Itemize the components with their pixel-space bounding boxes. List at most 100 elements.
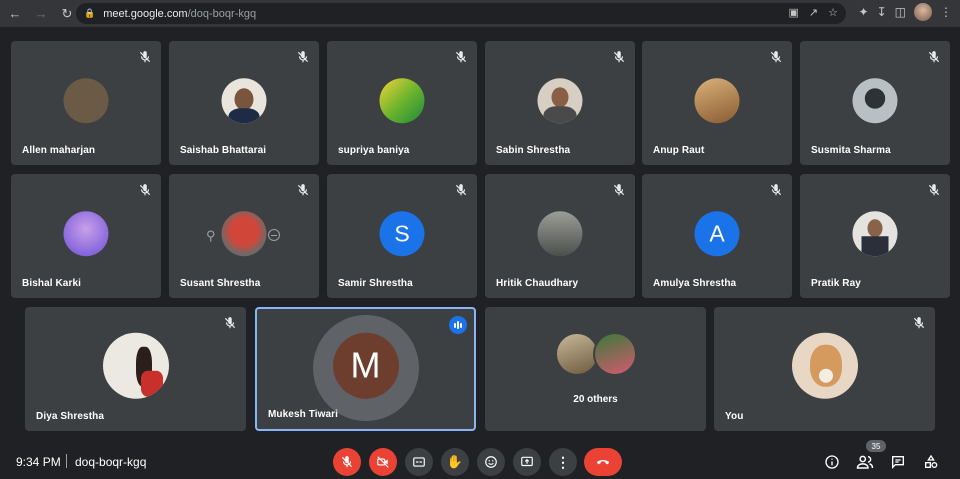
participant-tile[interactable]: S Samir Shrestha: [327, 174, 477, 298]
captions-button[interactable]: [405, 448, 433, 476]
camera-off-icon: [377, 456, 389, 468]
activities-icon: [925, 454, 938, 468]
audio-level-icon: [449, 316, 467, 334]
download-icon[interactable]: ↧: [877, 5, 887, 19]
participant-name: Anup Raut: [653, 145, 705, 156]
hang-up-icon: [596, 460, 610, 465]
participant-avatar: [102, 332, 169, 399]
side-panel-icon[interactable]: ◫: [895, 5, 906, 19]
self-avatar: [791, 332, 858, 399]
pin-icon[interactable]: ⚲: [206, 228, 216, 244]
hand-icon: ✋: [446, 454, 464, 469]
participant-name: Samir Shrestha: [338, 278, 413, 289]
chat-icon: [892, 456, 904, 469]
camera-in-use-icon[interactable]: ▣: [789, 6, 799, 19]
address-bar[interactable]: 🔒 meet.google.com/doq-boqr-kgq ▣ ↗ ☆: [76, 3, 846, 24]
leave-call-button[interactable]: [584, 448, 622, 476]
meeting-control-bar: 9:34 PM doq-boqr-kgq ✋ ⋮ 35: [0, 440, 960, 479]
reactions-button[interactable]: [477, 448, 505, 476]
participant-avatar: [537, 211, 583, 257]
others-avatar-group: [555, 332, 639, 376]
participant-tile-active-speaker[interactable]: M Mukesh Tiwari: [255, 307, 476, 431]
participant-tile[interactable]: Bishal Karki: [11, 174, 161, 298]
participant-tile[interactable]: ⚲ Susant Shrestha: [169, 174, 319, 298]
participant-tile[interactable]: Sabin Shrestha: [485, 41, 635, 165]
forward-icon[interactable]: →: [30, 3, 52, 25]
bookmark-star-icon[interactable]: ☆: [828, 6, 838, 19]
mic-off-icon: [297, 51, 309, 63]
meeting-details-button[interactable]: [823, 453, 841, 471]
people-icon: [856, 455, 874, 469]
lock-icon: 🔒: [84, 8, 96, 18]
mic-off-icon: [770, 184, 782, 196]
participant-tile[interactable]: A Amulya Shrestha: [642, 174, 792, 298]
mic-off-icon: [341, 456, 353, 468]
participant-avatar: [63, 211, 109, 257]
participant-tile[interactable]: supriya baniya: [327, 41, 477, 165]
participant-name: Bishal Karki: [22, 278, 82, 289]
mic-off-icon: [455, 51, 467, 63]
participant-tile[interactable]: Diya Shrestha: [25, 307, 246, 431]
back-icon[interactable]: ←: [4, 3, 26, 25]
emoji-icon: [485, 456, 497, 468]
participant-name: Mukesh Tiwari: [268, 409, 339, 420]
mic-off-icon: [613, 184, 625, 196]
participant-avatar: [63, 78, 109, 124]
camera-toggle-button[interactable]: [369, 448, 397, 476]
mic-off-icon: [139, 184, 151, 196]
participant-name: supriya baniya: [338, 145, 410, 156]
extensions-icon[interactable]: ✦: [859, 5, 869, 19]
participant-avatar: [852, 78, 898, 124]
profile-avatar[interactable]: [914, 3, 932, 21]
participant-avatar: A: [694, 211, 740, 257]
participant-tile[interactable]: Allen maharjan: [11, 41, 161, 165]
mic-off-icon: [613, 51, 625, 63]
mic-off-icon: [928, 51, 940, 63]
mic-off-icon: [139, 51, 151, 63]
participant-tile[interactable]: Saishab Bhattarai: [169, 41, 319, 165]
raise-hand-button[interactable]: ✋: [441, 448, 469, 476]
self-name: You: [725, 411, 744, 422]
participant-tile[interactable]: Pratik Ray: [800, 174, 950, 298]
participant-name: Pratik Ray: [811, 278, 861, 289]
activities-button[interactable]: [922, 453, 940, 471]
mic-off-icon: [928, 184, 940, 196]
others-tile[interactable]: 20 others: [485, 307, 706, 431]
more-options-button[interactable]: ⋮: [549, 448, 577, 476]
participant-tile[interactable]: Hritik Chaudhary: [485, 174, 635, 298]
meeting-code: doq-boqr-kgq: [75, 455, 147, 469]
self-tile[interactable]: You: [714, 307, 935, 431]
reload-icon[interactable]: ↻: [56, 3, 78, 25]
mic-off-icon: [770, 51, 782, 63]
participant-avatar: [694, 78, 740, 124]
browser-toolbar: ← → ↻ 🔒 meet.google.com/doq-boqr-kgq ▣ ↗…: [0, 0, 960, 27]
participant-avatar: [852, 211, 898, 257]
participant-avatar: [221, 211, 267, 257]
participant-name: Saishab Bhattarai: [180, 145, 267, 156]
remove-participant-icon[interactable]: [268, 229, 280, 241]
chat-button[interactable]: [889, 453, 907, 471]
mic-toggle-button[interactable]: [333, 448, 361, 476]
participant-name: Hritik Chaudhary: [496, 278, 579, 289]
participant-name: Susmita Sharma: [811, 145, 891, 156]
mic-off-icon: [455, 184, 467, 196]
present-icon: [521, 456, 533, 467]
participant-name: Susant Shrestha: [180, 278, 261, 289]
people-button[interactable]: [856, 453, 874, 471]
share-icon[interactable]: ↗: [809, 6, 818, 19]
participant-count-badge: 35: [866, 440, 886, 452]
more-vert-icon: ⋮: [556, 453, 570, 470]
participant-avatar: M: [332, 332, 399, 399]
mic-off-icon: [224, 317, 236, 329]
url-host: meet.google.com: [103, 7, 188, 20]
menu-icon[interactable]: ⋮: [940, 5, 952, 19]
present-screen-button[interactable]: [513, 448, 541, 476]
participant-name: Diya Shrestha: [36, 411, 104, 422]
others-count-label: 20 others: [573, 394, 618, 405]
participant-name: Amulya Shrestha: [653, 278, 737, 289]
mic-off-icon: [297, 184, 309, 196]
divider: [66, 454, 67, 468]
participant-avatar: S: [379, 211, 425, 257]
participant-tile[interactable]: Anup Raut: [642, 41, 792, 165]
participant-tile[interactable]: Susmita Sharma: [800, 41, 950, 165]
